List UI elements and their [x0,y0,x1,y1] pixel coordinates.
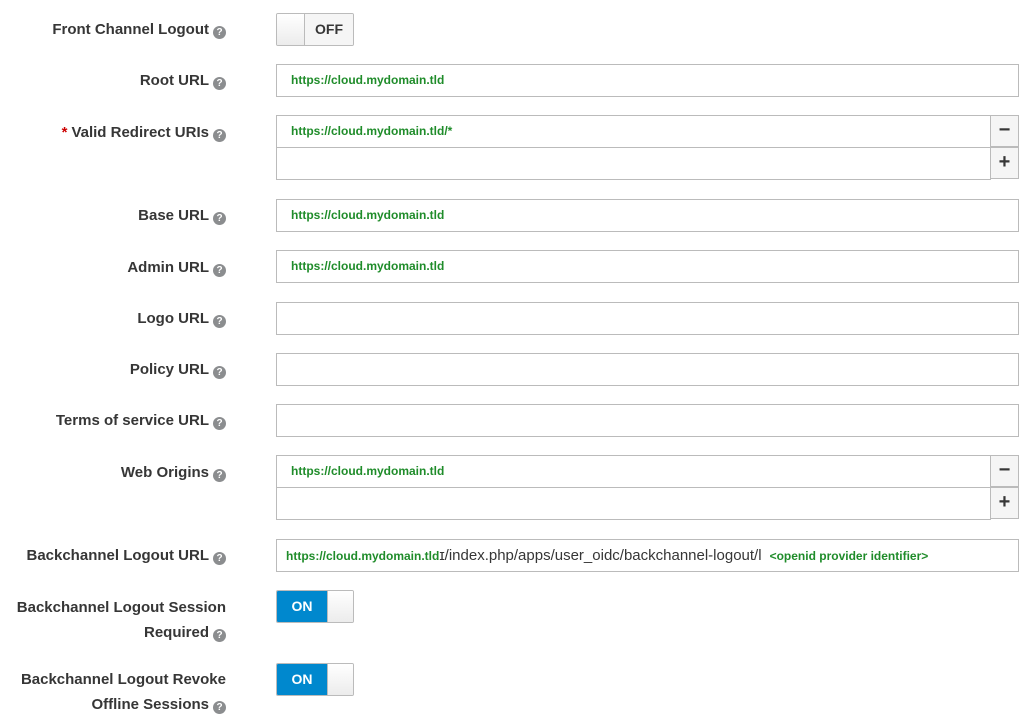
new-web-origin-input[interactable] [276,487,991,520]
remove-web-origin-button[interactable]: − [990,455,1019,487]
toggle-state: ON [277,664,327,695]
web-origin-input[interactable]: https://cloud.mydomain.tld [276,455,991,488]
root-url-label: Root URL? [140,68,226,93]
backchannel-logout-url-input[interactable]: https://cloud.mydomain.tldɪ/index.php/ap… [276,539,1019,572]
backchannel-session-required-toggle[interactable]: ON [276,590,354,623]
remove-redirect-uri-button[interactable]: − [990,115,1019,147]
base-url-input[interactable]: https://cloud.mydomain.tld [276,199,1019,232]
help-icon[interactable]: ? [213,469,226,482]
policy-url-label: Policy URL? [130,357,226,382]
backchannel-revoke-offline-label: Backchannel Logout Revoke Offline Session… [20,671,226,714]
front-channel-logout-label: Front Channel Logout? [52,17,226,42]
valid-redirect-uri-input[interactable]: https://cloud.mydomain.tld/* [276,115,991,148]
provider-id-annotation: <openid provider identifier> [769,549,929,563]
backchannel-session-required-label: Backchannel Logout Session Required? [16,599,226,642]
front-channel-logout-toggle[interactable]: OFF [276,13,354,46]
help-icon[interactable]: ? [213,629,226,642]
help-icon[interactable]: ? [213,417,226,430]
help-icon[interactable]: ? [213,212,226,225]
logo-url-label: Logo URL? [137,306,226,331]
url-path: ɪ/index.php/apps/user_oidc/backchannel-l… [439,547,762,564]
required-marker: * [61,124,68,141]
add-redirect-uri-button[interactable]: + [990,147,1019,179]
toggle-state: OFF [305,14,353,45]
help-icon[interactable]: ? [213,315,226,328]
backchannel-logout-url-label: Backchannel Logout URL? [26,543,226,568]
add-web-origin-button[interactable]: + [990,487,1019,519]
backchannel-revoke-offline-toggle[interactable]: ON [276,663,354,696]
tos-url-input[interactable] [276,404,1019,437]
toggle-state: ON [277,591,327,622]
web-origins-label: Web Origins? [121,460,226,485]
toggle-knob [327,664,353,695]
admin-url-label: Admin URL? [127,255,226,280]
logo-url-input[interactable] [276,302,1019,335]
help-icon[interactable]: ? [213,701,226,714]
help-icon[interactable]: ? [213,77,226,90]
policy-url-input[interactable] [276,353,1019,386]
toggle-knob [277,14,305,45]
admin-url-input[interactable]: https://cloud.mydomain.tld [276,250,1019,283]
base-url-label: Base URL? [138,203,226,228]
help-icon[interactable]: ? [213,366,226,379]
url-host: https://cloud.mydomain.tld [286,549,440,563]
help-icon[interactable]: ? [213,26,226,39]
toggle-knob [327,591,353,622]
root-url-input[interactable]: https://cloud.mydomain.tld [276,64,1019,97]
new-redirect-uri-input[interactable] [276,147,991,180]
tos-url-label: Terms of service URL? [56,408,226,433]
help-icon[interactable]: ? [213,129,226,142]
valid-redirect-uris-label: * Valid Redirect URIs? [62,120,226,145]
help-icon[interactable]: ? [213,552,226,565]
help-icon[interactable]: ? [213,264,226,277]
